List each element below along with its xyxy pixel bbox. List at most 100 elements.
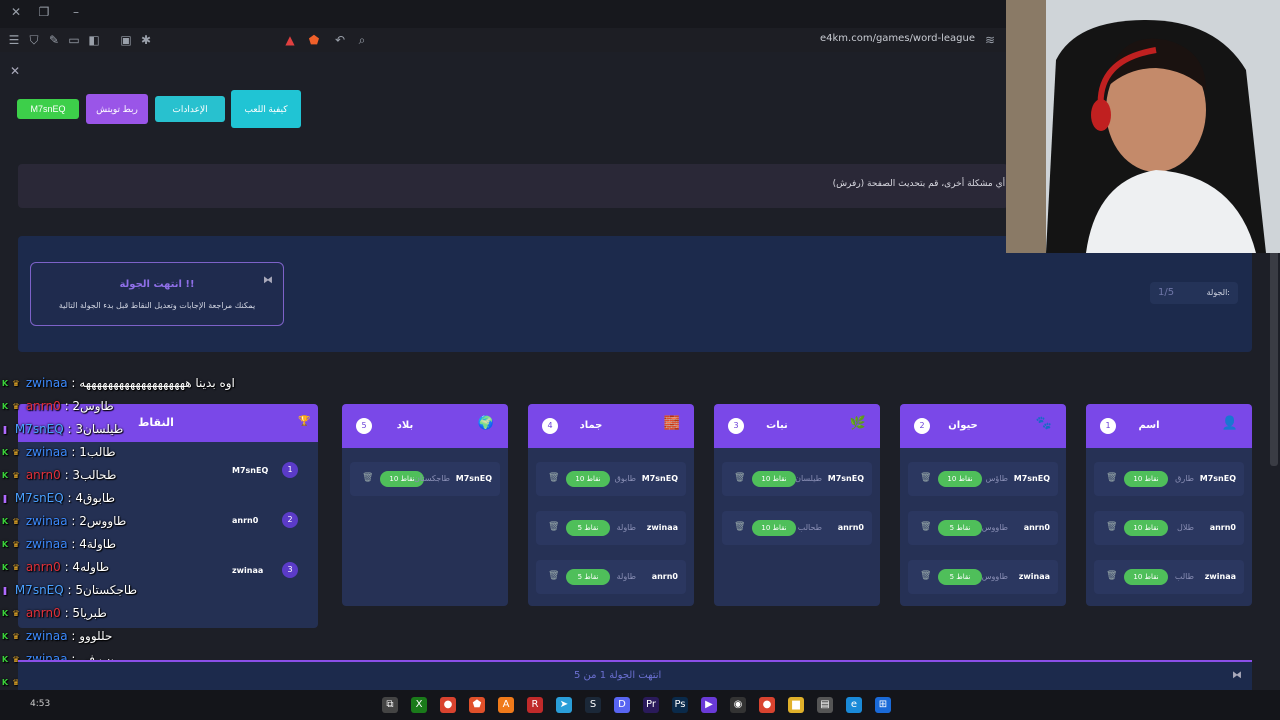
trash-icon[interactable]: 🗑 <box>920 473 931 483</box>
trash-icon[interactable]: 🗑 <box>920 571 931 581</box>
answer-row: 🗑 5 نقاط طاووس anrn0 <box>908 511 1058 545</box>
alert-icon[interactable]: ▲ <box>282 32 298 48</box>
shield-icon[interactable]: ⛉ <box>26 32 42 48</box>
points-pill[interactable]: 5 نقاط <box>566 520 610 536</box>
chat-separator: : <box>63 491 76 505</box>
edge-icon[interactable]: e <box>846 697 862 713</box>
points-pill[interactable]: 10 نقاط <box>1124 471 1168 487</box>
answer-player: anrn0 <box>1023 523 1050 532</box>
answer-word: طاولة <box>616 523 636 532</box>
answer-word: طالب <box>1174 572 1194 581</box>
trash-icon[interactable]: 🗑 <box>548 522 559 532</box>
minimize-window-icon[interactable]: – <box>68 4 84 20</box>
taskview-icon[interactable]: ⧉ <box>382 697 398 713</box>
category-name: جماد <box>579 420 603 431</box>
chat-separator: : <box>67 629 80 643</box>
points-row-name: anrn0 <box>232 516 259 525</box>
category-column: 5 بلاد 🌍 🗑 10 نقاط طاجكستان M7snEQ <box>342 404 508 606</box>
close-icon[interactable]: ✕ <box>10 64 20 78</box>
brush-icon[interactable]: ✎ <box>46 32 62 48</box>
back-icon[interactable]: ↶ <box>332 32 348 48</box>
chat-message: K ♛ anrn0 : طاوس2 <box>0 399 114 413</box>
trash-icon[interactable]: 🗑 <box>734 473 745 483</box>
browser-toolbar: ☰ ⛉ ✎ ▭ ◧ ▣ ✱ ▲ ⬟ ↶ ⌕ e4km.com/games/wor… <box>0 28 1006 52</box>
chat-username: zwinaa <box>25 537 68 551</box>
answer-player: anrn0 <box>1209 523 1236 532</box>
user-button[interactable]: M7snEQ <box>17 99 79 119</box>
photoshop-icon[interactable]: Ps <box>672 697 688 713</box>
points-pill[interactable]: 5 نقاط <box>938 569 982 585</box>
store-icon[interactable]: ▤ <box>817 697 833 713</box>
brave-taskbar-icon[interactable]: ⬟ <box>469 697 485 713</box>
steam-icon[interactable]: S <box>585 697 601 713</box>
media-icon[interactable]: ▶ <box>701 697 717 713</box>
round-status-text: انتهت الجولة 1 من 5 <box>574 670 662 681</box>
menu-icon[interactable]: ☰ <box>6 32 22 48</box>
premiere-icon[interactable]: Pr <box>643 697 659 713</box>
trash-icon[interactable]: 🗑 <box>1106 473 1117 483</box>
trash-icon[interactable]: 🗑 <box>734 522 745 532</box>
discord-icon[interactable]: D <box>614 697 630 713</box>
camera-icon[interactable]: ▣ <box>118 32 134 48</box>
trash-icon[interactable]: 🗑 <box>362 473 373 483</box>
windows-icon[interactable]: ⊞ <box>875 697 891 713</box>
crown-badge-icon: ♛ <box>12 516 20 526</box>
search-icon[interactable]: ⌕ <box>354 32 370 48</box>
kick-badge-icon: K <box>1 562 9 572</box>
restore-window-icon[interactable]: ❐ <box>36 4 52 20</box>
answer-player: M7snEQ <box>455 474 492 483</box>
answer-word: طاولة <box>616 572 636 581</box>
twitch-connect-button[interactable]: ربط تويتش <box>86 94 148 124</box>
chat-text: طاوس2 <box>72 399 114 413</box>
scrollbar[interactable] <box>1270 236 1278 466</box>
category-header: 4 جماد 🧱 <box>528 404 694 448</box>
how-to-play-button[interactable]: كيفية اللعب <box>231 90 301 128</box>
crown-badge-icon: ♛ <box>12 470 20 480</box>
answer-row: 🗑 10 نقاط طيلسان M7snEQ <box>722 462 872 496</box>
address-bar[interactable]: e4km.com/games/word-league <box>820 33 975 44</box>
points-pill[interactable]: 10 نقاط <box>752 520 796 536</box>
puzzle-icon[interactable]: ✱ <box>138 32 154 48</box>
trash-icon[interactable]: 🗑 <box>920 522 931 532</box>
points-pill[interactable]: 10 نقاط <box>1124 569 1168 585</box>
chrome-icon[interactable]: ● <box>440 697 456 713</box>
settings-button[interactable]: الإعدادات <box>155 96 225 122</box>
answer-player: M7snEQ <box>827 474 864 483</box>
points-row-name: zwinaa <box>232 566 264 575</box>
obs-icon[interactable]: ◉ <box>730 697 746 713</box>
app-r-icon[interactable]: R <box>527 697 543 713</box>
answer-word: طحالب <box>797 523 822 532</box>
answer-row: 🗑 5 نقاط طاولة anrn0 <box>536 560 686 594</box>
chat-message: K ♛ zwinaa : طاووس2 <box>0 514 126 528</box>
sidebar-icon[interactable]: ◧ <box>86 32 102 48</box>
points-pill[interactable]: 5 نقاط <box>566 569 610 585</box>
trash-icon[interactable]: 🗑 <box>548 473 559 483</box>
close-window-icon[interactable]: ✕ <box>8 4 24 20</box>
webcam-overlay <box>1006 0 1280 253</box>
chat-message: K ♛ zwinaa : طاولة4 <box>0 537 116 551</box>
points-pill[interactable]: 10 نقاط <box>566 471 610 487</box>
chat-separator: : <box>60 399 73 413</box>
chrome2-icon[interactable]: ● <box>759 697 775 713</box>
answer-row: 🗑 10 نقاط طاؤس M7snEQ <box>908 462 1058 496</box>
app-a-icon[interactable]: A <box>498 697 514 713</box>
telegram-icon[interactable]: ➤ <box>556 697 572 713</box>
folder-icon[interactable]: ▆ <box>788 697 804 713</box>
trash-icon[interactable]: 🗑 <box>1106 571 1117 581</box>
points-pill[interactable]: 10 نقاط <box>752 471 796 487</box>
category-name: نبات <box>766 420 788 431</box>
chat-username: zwinaa <box>25 514 68 528</box>
trash-icon[interactable]: 🗑 <box>548 571 559 581</box>
trash-icon[interactable]: 🗑 <box>1106 522 1117 532</box>
kick-badge-icon: K <box>1 654 9 664</box>
answer-row: 🗑 5 نقاط طاووس zwinaa <box>908 560 1058 594</box>
xbox-icon[interactable]: X <box>411 697 427 713</box>
tabs-icon[interactable]: ▭ <box>66 32 82 48</box>
expand-icon[interactable]: ⧓ <box>1232 670 1242 681</box>
settings-slider-icon[interactable]: ≋ <box>982 32 998 48</box>
answer-player: M7snEQ <box>1013 474 1050 483</box>
points-pill[interactable]: 10 نقاط <box>938 471 982 487</box>
brave-icon[interactable]: ⬟ <box>306 32 322 48</box>
points-pill[interactable]: 10 نقاط <box>1124 520 1168 536</box>
points-pill[interactable]: 5 نقاط <box>938 520 982 536</box>
